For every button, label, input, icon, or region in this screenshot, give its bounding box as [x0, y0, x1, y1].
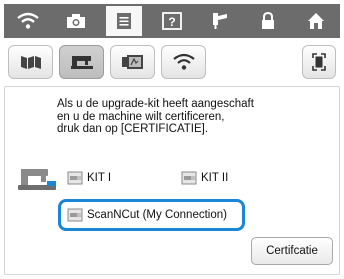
document-icon	[117, 13, 131, 29]
scanncut-label: ScanNCut (My Connection)	[87, 209, 227, 221]
kit2-option[interactable]: KIT II	[181, 167, 228, 189]
plug-icon	[67, 171, 83, 185]
home-icon	[308, 13, 324, 29]
home-button[interactable]	[298, 6, 334, 36]
tab-machine-settings[interactable]	[8, 45, 53, 79]
document-button[interactable]	[106, 6, 142, 36]
help-button[interactable]: ?	[154, 6, 190, 36]
instruction-text: Als u de upgrade-kit heeft aangeschaft e…	[57, 98, 317, 136]
settings-tabs	[4, 42, 340, 82]
machine-settings-icon	[20, 56, 41, 69]
kit2-label: KIT II	[201, 172, 229, 184]
wifi-icon	[17, 12, 39, 29]
wlan-icon	[172, 53, 195, 70]
top-toolbar: ?	[4, 4, 340, 38]
tab-wlan[interactable]	[161, 45, 206, 79]
frame-icon	[312, 53, 326, 71]
certify-button[interactable]: Certifcatie	[251, 237, 333, 265]
screen-settings-icon	[121, 55, 143, 69]
plug-icon	[181, 171, 197, 185]
help-icon: ?	[162, 12, 182, 30]
sewing-machine-icon	[70, 56, 93, 69]
instruction-line: druk dan op [CERTIFICATIE].	[57, 123, 209, 135]
wifi-button[interactable]	[10, 6, 46, 36]
lock-icon	[262, 12, 274, 29]
plug-icon	[67, 208, 83, 222]
tab-frame[interactable]	[302, 45, 336, 79]
tab-sewing-machine[interactable]	[59, 45, 104, 79]
instruction-line: Als u de upgrade-kit heeft aangeschaft	[57, 98, 254, 110]
tab-screen-settings[interactable]	[110, 45, 155, 79]
machine-illustration-icon	[18, 169, 56, 190]
instruction-line: en u de machine wilt certificeren,	[57, 110, 225, 123]
thread-button[interactable]	[202, 6, 238, 36]
camera-icon	[67, 14, 85, 28]
certification-panel: Als u de upgrade-kit heeft aangeschaft e…	[4, 86, 340, 275]
settings-screen: ? Als u de upgrade-kit heeft aangeschaft…	[0, 0, 344, 279]
svg-text:?: ?	[168, 15, 175, 29]
scanncut-option[interactable]: ScanNCut (My Connection)	[58, 199, 245, 231]
lock-button[interactable]	[250, 6, 286, 36]
kit1-option[interactable]: KIT I	[67, 167, 111, 189]
camera-button[interactable]	[58, 6, 94, 36]
thread-icon	[213, 13, 227, 29]
kit1-label: KIT I	[87, 172, 112, 184]
